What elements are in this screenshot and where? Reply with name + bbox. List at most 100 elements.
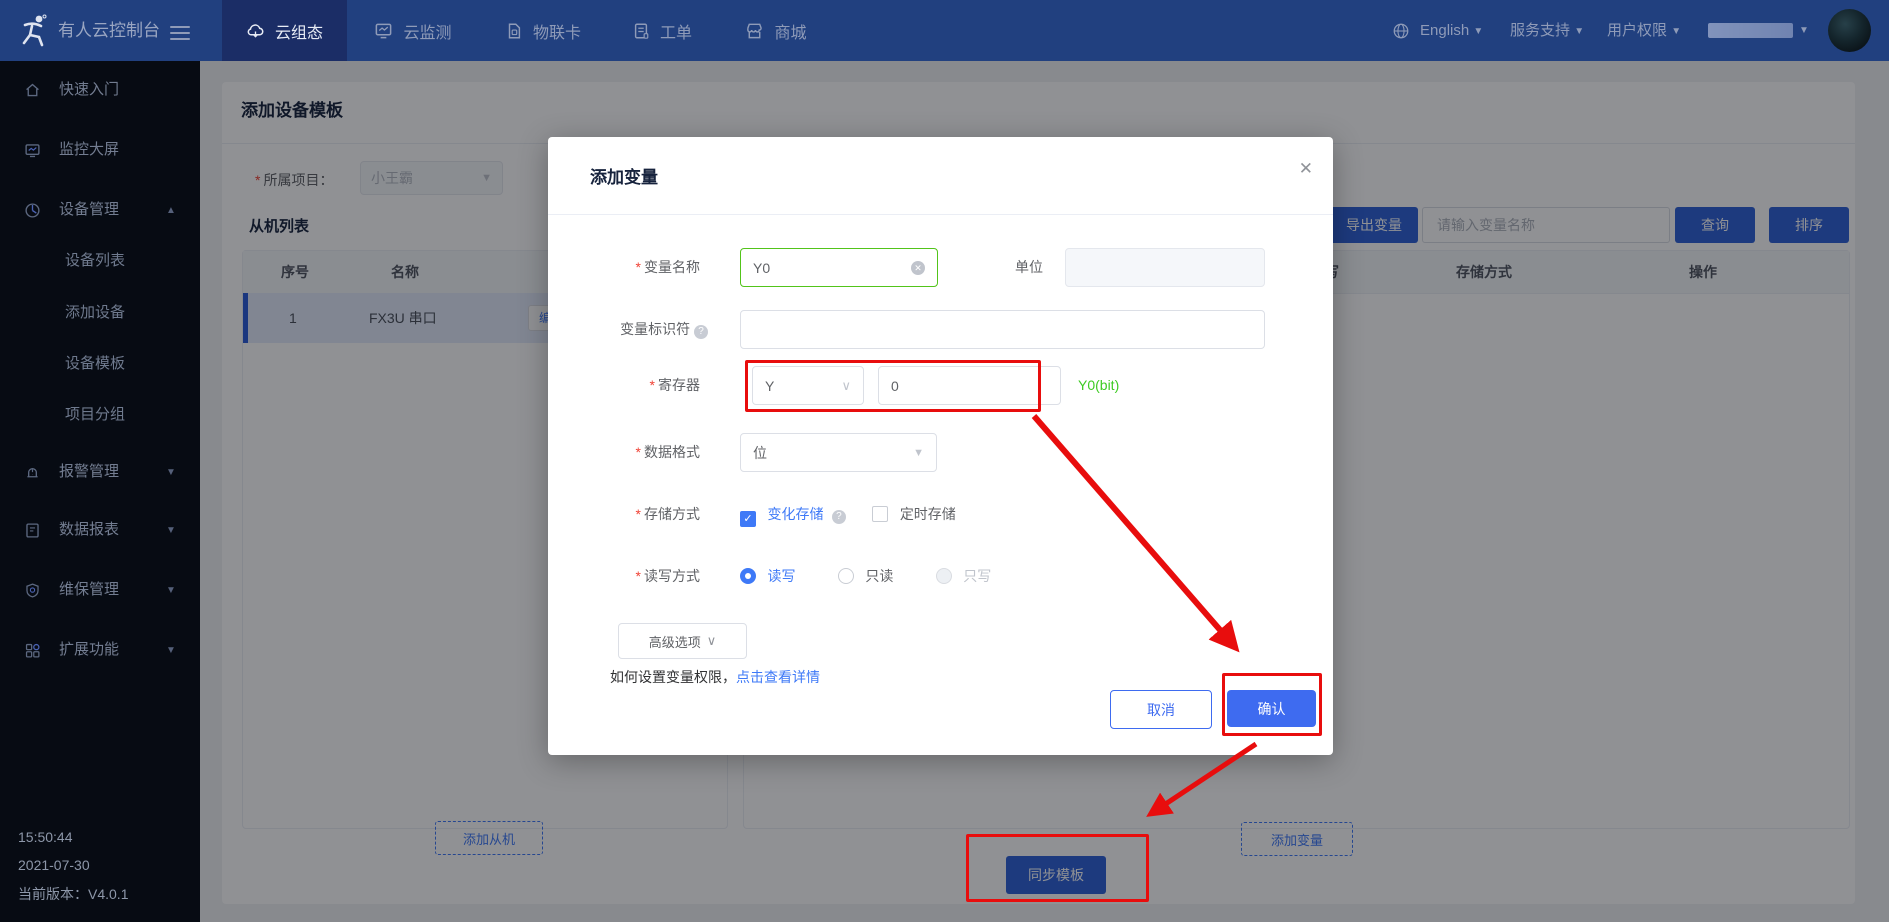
identifier-input[interactable] bbox=[740, 310, 1265, 349]
report-icon bbox=[24, 522, 41, 539]
caret-down-icon: ▼ bbox=[166, 645, 176, 656]
chevron-down-icon: ∨ bbox=[841, 378, 851, 394]
sidebar-item-maintenance[interactable]: 维保管理 bbox=[24, 575, 119, 605]
format-label-wrap: *数据格式 bbox=[548, 433, 700, 472]
sidebar-item-label: 维保管理 bbox=[59, 575, 119, 605]
identifier-label: 变量标识符 bbox=[620, 321, 690, 337]
tab-label: 商城 bbox=[774, 19, 806, 43]
version-info: 当前版本：V4.0.1 bbox=[18, 884, 128, 904]
tab-mall[interactable]: 商城 bbox=[726, 0, 826, 61]
sidebar-item-add-device[interactable]: 添加设备 bbox=[65, 298, 125, 328]
register-address-input[interactable]: 0 bbox=[878, 366, 1061, 405]
advanced-options-label: 高级选项 bbox=[649, 632, 701, 651]
cancel-button[interactable]: 取消 bbox=[1110, 690, 1212, 729]
rw-label: 读写方式 bbox=[644, 568, 700, 584]
rw-readwrite-label[interactable]: 读写 bbox=[767, 568, 795, 584]
name-label-wrap: *变量名称 bbox=[548, 248, 700, 287]
monitor-icon bbox=[374, 21, 393, 40]
big-screen-icon bbox=[24, 142, 41, 159]
variable-name-value: Y0 bbox=[753, 260, 770, 276]
required-mark: * bbox=[650, 377, 655, 393]
permission-menu[interactable]: 用户权限 ▼ bbox=[1607, 0, 1681, 62]
radio-unselected[interactable] bbox=[838, 568, 854, 584]
register-address-value: 0 bbox=[891, 378, 899, 394]
radio-selected[interactable] bbox=[740, 568, 756, 584]
tab-cloud-scada[interactable]: 云组态 bbox=[222, 0, 347, 61]
name-label: 变量名称 bbox=[644, 259, 700, 275]
language-switch[interactable]: English ▼ bbox=[1420, 0, 1483, 62]
data-format-select[interactable]: 位 ▼ bbox=[740, 433, 937, 472]
checkbox-unchecked[interactable] bbox=[872, 506, 888, 522]
support-menu[interactable]: 服务支持 ▼ bbox=[1510, 0, 1584, 62]
caret-down-icon: ▼ bbox=[1473, 26, 1483, 37]
user-avatar[interactable] bbox=[1828, 9, 1871, 52]
required-mark: * bbox=[636, 506, 641, 522]
tab-work-order[interactable]: 工单 bbox=[612, 0, 712, 61]
current-date: 2021-07-30 bbox=[18, 857, 90, 873]
caret-down-icon: ▼ bbox=[166, 525, 176, 536]
close-icon[interactable]: ✕ bbox=[1299, 159, 1313, 179]
sidebar-item-label: 扩展功能 bbox=[59, 635, 119, 665]
sidebar-item-label: 监控大屏 bbox=[59, 135, 119, 165]
tab-label: 云组态 bbox=[275, 19, 323, 43]
home-icon bbox=[24, 82, 41, 99]
top-navbar: 有人云控制台 云组态 云监测 物联卡 工单 商城 English ▼ 服务支持 … bbox=[0, 0, 1889, 61]
alarm-icon bbox=[24, 464, 41, 481]
question-icon[interactable]: ? bbox=[694, 325, 708, 339]
sidebar-item-alarm-management[interactable]: 报警管理 bbox=[24, 457, 119, 487]
caret-down-icon: ▼ bbox=[1671, 26, 1681, 37]
register-type-value: Y bbox=[765, 378, 774, 394]
brand-title: 有人云控制台 bbox=[58, 0, 160, 61]
sim-card-icon bbox=[505, 22, 523, 40]
sidebar-item-label: 报警管理 bbox=[59, 457, 119, 487]
storage-label: 存储方式 bbox=[644, 506, 700, 522]
sidebar-item-project-group[interactable]: 项目分组 bbox=[65, 400, 125, 430]
help-line: 如何设置变量权限，点击查看详情 bbox=[610, 667, 820, 687]
sidebar-item-quick-start[interactable]: 快速入门 bbox=[24, 75, 119, 105]
device-management-icon bbox=[24, 202, 41, 219]
cloud-icon bbox=[246, 21, 265, 40]
usr-cloud-logo-icon bbox=[15, 11, 53, 54]
caret-down-icon: ▼ bbox=[166, 585, 176, 596]
user-caret-down-icon[interactable]: ▼ bbox=[1799, 0, 1809, 61]
sidebar-item-device-list[interactable]: 设备列表 bbox=[65, 246, 125, 276]
tab-cloud-monitor[interactable]: 云监测 bbox=[358, 0, 468, 61]
current-time: 15:50:44 bbox=[18, 829, 73, 845]
unit-input[interactable] bbox=[1065, 248, 1265, 287]
register-type-select[interactable]: Y ∨ bbox=[752, 366, 864, 405]
support-label: 服务支持 bbox=[1510, 22, 1570, 39]
required-mark: * bbox=[636, 259, 641, 275]
rw-readonly-label[interactable]: 只读 bbox=[865, 568, 893, 584]
storage-change-label[interactable]: 变化存储 bbox=[767, 506, 823, 522]
register-label: 寄存器 bbox=[658, 377, 700, 393]
tab-label: 工单 bbox=[660, 19, 692, 43]
sidebar-item-device-template[interactable]: 设备模板 bbox=[65, 349, 125, 379]
sidebar-item-label: 快速入门 bbox=[59, 75, 119, 105]
side-navigation: 快速入门 监控大屏 设备管理 ▲ 设备列表 添加设备 设备模板 项目分组 报警管… bbox=[0, 61, 200, 922]
data-format-value: 位 bbox=[753, 443, 767, 463]
caret-down-icon: ▼ bbox=[1574, 26, 1584, 37]
advanced-options-button[interactable]: 高级选项 ∨ bbox=[618, 623, 747, 659]
dialog-title: 添加变量 bbox=[590, 163, 658, 188]
help-text: 如何设置变量权限， bbox=[610, 669, 736, 685]
required-mark: * bbox=[636, 444, 641, 460]
confirm-button[interactable]: 确认 bbox=[1227, 690, 1316, 727]
help-link[interactable]: 点击查看详情 bbox=[736, 669, 820, 685]
checkbox-checked-icon[interactable]: ✓ bbox=[740, 511, 756, 527]
app-root: 添加设备模板 *所属项目： 小王霸 ▼ 从机列表 序号 名称 1 FX3U 串口… bbox=[0, 0, 1889, 922]
sidebar-item-extensions[interactable]: 扩展功能 bbox=[24, 635, 119, 665]
tab-iot-card[interactable]: 物联卡 bbox=[488, 0, 598, 61]
shield-wrench-icon bbox=[24, 582, 41, 599]
sidebar-item-monitor-screen[interactable]: 监控大屏 bbox=[24, 135, 119, 165]
sidebar-item-device-management[interactable]: 设备管理 bbox=[24, 195, 119, 225]
storage-options: ✓ 变化存储 ? 定时存储 bbox=[740, 503, 956, 525]
question-icon[interactable]: ? bbox=[832, 510, 846, 524]
sidebar-item-data-report[interactable]: 数据报表 bbox=[24, 515, 119, 545]
add-variable-dialog: 添加变量 ✕ *变量名称 Y0 ✕ 单位 变量标识符 ? *寄存器 Y ∨ 0 … bbox=[548, 137, 1333, 755]
register-label-wrap: *寄存器 bbox=[548, 366, 700, 405]
required-mark: * bbox=[636, 568, 641, 584]
sidebar-item-label: 数据报表 bbox=[59, 515, 119, 545]
globe-icon bbox=[1392, 22, 1410, 45]
storage-timed-label[interactable]: 定时存储 bbox=[900, 506, 956, 522]
menu-toggle-icon[interactable] bbox=[170, 22, 190, 44]
